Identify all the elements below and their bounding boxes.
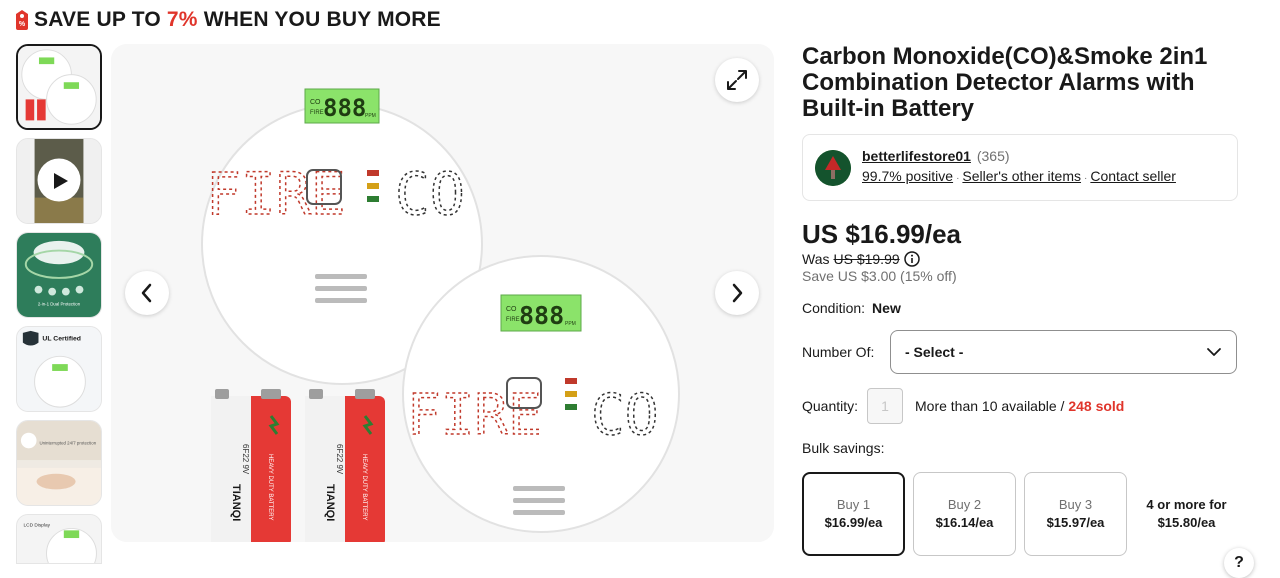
next-image-button[interactable] — [715, 271, 759, 315]
separator-dot: · — [956, 173, 960, 184]
promo-suffix: WHEN YOU BUY MORE — [203, 8, 441, 31]
bulk-tier-qty: Buy 1 — [836, 497, 871, 512]
thumbnail-image: LCD Display — [17, 515, 101, 563]
svg-text:FIRE: FIRE — [310, 110, 324, 116]
thumbnail-image: 2-in-1 Dual Protection — [17, 233, 101, 317]
thumbnail-5[interactable]: Uninterrupted 24/7 protection — [16, 420, 102, 506]
expand-image-button[interactable] — [715, 58, 759, 102]
help-button[interactable]: ? — [1224, 548, 1254, 578]
bulk-tier-qty: Buy 3 — [1058, 497, 1093, 512]
main-image-viewer[interactable]: CO FIRE 888 PPM FIRE CO CO FIRE 888 PPM … — [111, 44, 774, 542]
promo-percent: 7% — [166, 8, 198, 31]
chevron-right-icon — [732, 283, 743, 303]
svg-text:PPM: PPM — [565, 321, 576, 327]
promo-prefix: SAVE UP TO — [34, 8, 161, 31]
svg-text:HEAVY DUTY BATTERY: HEAVY DUTY BATTERY — [267, 454, 273, 520]
svg-text:888: 888 — [519, 301, 564, 330]
bulk-tier-price: $16.14/ea — [935, 515, 994, 530]
svg-text:%: % — [19, 21, 26, 28]
sold-count[interactable]: 248 sold — [1068, 398, 1124, 414]
svg-text:FIRE: FIRE — [506, 317, 520, 323]
svg-text:PPM: PPM — [365, 113, 376, 119]
svg-text:888: 888 — [323, 94, 366, 122]
svg-text:TIANQI: TIANQI — [230, 484, 242, 521]
quantity-input[interactable]: 1 — [867, 388, 903, 424]
price-tag-icon: % — [16, 10, 28, 30]
bulk-savings-options: Buy 1 $16.99/ea Buy 2 $16.14/ea Buy 3 $1… — [802, 472, 1238, 556]
bulk-tier-2[interactable]: Buy 2 $16.14/ea — [913, 472, 1016, 556]
thumbnail-3[interactable]: 2-in-1 Dual Protection — [16, 232, 102, 318]
thumbnail-image: UL Certified — [17, 327, 101, 411]
previous-image-button[interactable] — [125, 271, 169, 315]
seller-logo-icon — [815, 149, 851, 186]
condition-row: Condition: New — [802, 300, 1238, 316]
seller-avatar[interactable] — [815, 149, 851, 186]
bulk-tier-price: $15.80/ea — [1157, 515, 1216, 530]
seller-other-items-link[interactable]: Seller's other items — [962, 168, 1081, 184]
svg-text:LCD Display: LCD Display — [23, 523, 50, 529]
svg-text:FIRE: FIRE — [407, 383, 542, 448]
bulk-tier-3[interactable]: Buy 3 $15.97/ea — [1024, 472, 1127, 556]
svg-text:UL Certified: UL Certified — [42, 336, 81, 343]
quantity-row: Quantity: 1 More than 10 available / 248… — [802, 388, 1238, 424]
expand-icon — [727, 70, 747, 90]
seller-positive-link[interactable]: 99.7% positive — [862, 168, 953, 184]
promo-banner: % SAVE UP TO 7% WHEN YOU BUY MORE — [14, 6, 441, 34]
thumbnail-image — [18, 46, 100, 128]
item-price: US $16.99/ea — [802, 219, 962, 249]
condition-value: New — [872, 300, 901, 316]
chevron-down-icon — [1207, 348, 1221, 356]
separator-dot: · — [1084, 173, 1088, 184]
svg-text:CO: CO — [591, 383, 658, 448]
was-label: Was — [802, 251, 830, 267]
was-price-row: Was US $19.99 — [802, 251, 1238, 267]
seller-feedback-count: (365) — [976, 148, 1010, 164]
available-count: More than 10 available / — [915, 398, 1069, 414]
bulk-tier-price: $16.99/ea — [824, 515, 883, 530]
bulk-tier-4[interactable]: 4 or more for $15.80/ea — [1135, 472, 1238, 556]
number-of-select[interactable]: - Select - — [890, 330, 1237, 374]
bulk-tier-qty: Buy 2 — [947, 497, 982, 512]
svg-text:CO: CO — [506, 306, 517, 313]
bulk-savings-label: Bulk savings: — [802, 440, 885, 456]
chevron-left-icon — [141, 283, 152, 303]
condition-label: Condition: — [802, 300, 866, 316]
thumbnail-image: Uninterrupted 24/7 protection — [17, 421, 101, 505]
savings-text: Save US $3.00 (15% off) — [802, 268, 957, 284]
svg-text:CO: CO — [395, 160, 465, 228]
svg-text:2-in-1 Dual Protection: 2-in-1 Dual Protection — [38, 301, 81, 306]
bulk-tier-qty: 4 or more for — [1146, 497, 1227, 512]
product-info-panel: Carbon Monoxide(CO)&Smoke 2in1 Combinati… — [802, 44, 1238, 556]
seller-card: betterlifestore01 (365) 99.7% positive · S… — [802, 134, 1238, 201]
thumbnail-1[interactable] — [16, 44, 102, 130]
thumbnail-strip: 2-in-1 Dual Protection UL Certified Unin… — [16, 44, 104, 572]
svg-text:HEAVY DUTY BATTERY: HEAVY DUTY BATTERY — [361, 454, 367, 520]
info-icon[interactable] — [903, 251, 920, 267]
number-of-row: Number Of: - Select - — [802, 330, 1238, 374]
quantity-label: Quantity: — [802, 398, 859, 414]
svg-text:6F22 9V: 6F22 9V — [241, 444, 250, 475]
svg-text:Uninterrupted 24/7 protection: Uninterrupted 24/7 protection — [39, 440, 96, 445]
bulk-tier-1[interactable]: Buy 1 $16.99/ea — [802, 472, 905, 556]
play-icon — [54, 173, 68, 189]
availability-text: More than 10 available / 248 sold — [915, 398, 1124, 414]
thumbnail-video[interactable] — [16, 138, 102, 224]
product-title: Carbon Monoxide(CO)&Smoke 2in1 Combinati… — [802, 43, 1208, 122]
svg-text:6F22 9V: 6F22 9V — [335, 444, 344, 475]
number-of-label: Number Of: — [802, 344, 875, 360]
svg-text:TIANQI: TIANQI — [324, 484, 336, 521]
bulk-tier-price: $15.97/ea — [1046, 515, 1105, 530]
contact-seller-link[interactable]: Contact seller — [1090, 168, 1176, 184]
seller-name-link[interactable]: betterlifestore01 — [862, 148, 971, 164]
number-of-selected: - Select - — [905, 344, 964, 360]
was-price: US $19.99 — [833, 251, 900, 267]
svg-text:CO: CO — [310, 99, 321, 106]
thumbnail-6[interactable]: LCD Display — [16, 514, 102, 564]
product-image: CO FIRE 888 PPM FIRE CO CO FIRE 888 PPM … — [111, 44, 774, 542]
thumbnail-4[interactable]: UL Certified — [16, 326, 102, 412]
